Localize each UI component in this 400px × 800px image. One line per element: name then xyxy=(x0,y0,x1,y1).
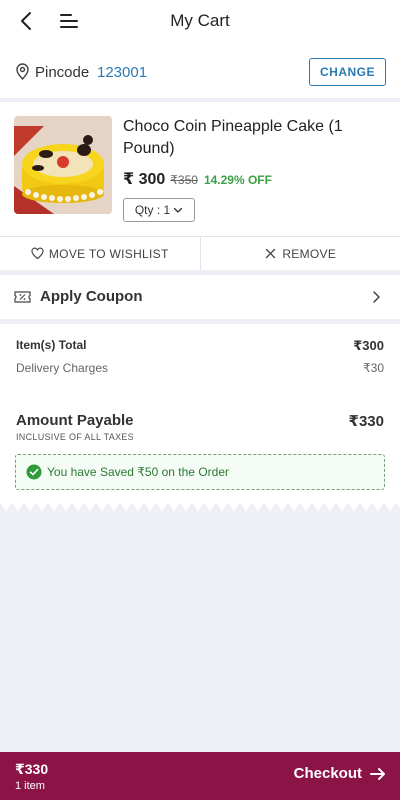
product-name[interactable]: Choco Coin Pineapple Cake (1 Pound) xyxy=(123,116,388,160)
product-price: ₹ 300 xyxy=(123,171,166,188)
delivery-charges-value: ₹30 xyxy=(363,361,384,375)
page-title: My Cart xyxy=(170,11,230,30)
check-circle-icon xyxy=(26,464,42,480)
move-to-wishlist-label: MOVE TO WISHLIST xyxy=(48,246,169,261)
arrow-right-icon xyxy=(370,767,385,780)
apply-coupon-label: Apply Coupon xyxy=(40,288,143,305)
price-row: ₹ 300 ₹350 14.29% OFF xyxy=(123,169,272,189)
cake-image[interactable] xyxy=(14,116,112,214)
pincode-bar: Pincode 123001 CHANGE xyxy=(0,44,400,98)
taxes-note: INCLUSIVE OF ALL TAXES xyxy=(16,432,134,442)
move-to-wishlist-button[interactable]: MOVE TO WISHLIST xyxy=(0,237,200,270)
location-pin-icon xyxy=(15,63,30,81)
items-total-value: ₹300 xyxy=(353,338,384,353)
apply-coupon-row[interactable]: Apply Coupon xyxy=(0,275,400,319)
quantity-dropdown[interactable]: Qty : 1 xyxy=(123,198,195,222)
delivery-charges-label: Delivery Charges xyxy=(16,361,109,375)
receipt-edge xyxy=(0,502,400,512)
coupon-icon xyxy=(14,290,31,304)
chevron-right-icon xyxy=(370,290,382,304)
change-pincode-button[interactable]: CHANGE xyxy=(309,58,386,86)
amount-payable-value: ₹330 xyxy=(348,413,384,430)
savings-text: You have Saved ₹50 on the Order xyxy=(47,465,229,479)
delivery-charges-row: Delivery Charges ₹30 xyxy=(16,361,384,375)
pincode-label: Pincode xyxy=(35,64,90,81)
product-mrp: ₹350 xyxy=(170,173,198,187)
amount-payable-row: Amount Payable ₹330 xyxy=(16,412,384,430)
cart-item-actions: MOVE TO WISHLIST REMOVE xyxy=(0,236,400,270)
amount-payable-label: Amount Payable xyxy=(16,412,134,429)
remove-button[interactable]: REMOVE xyxy=(199,237,400,270)
items-total-row: Item(s) Total ₹300 xyxy=(16,338,384,354)
remove-label: REMOVE xyxy=(282,246,337,261)
price-summary: Item(s) Total ₹300 Delivery Charges ₹30 … xyxy=(0,324,400,504)
close-icon xyxy=(266,248,276,259)
footer-item-count: 1 item xyxy=(15,780,45,792)
checkout-bar: ₹330 1 item Checkout xyxy=(0,752,400,800)
app-header: My Cart xyxy=(0,0,400,44)
quantity-label: Qty : 1 xyxy=(134,203,171,217)
savings-banner: You have Saved ₹50 on the Order xyxy=(15,454,385,490)
checkout-label: Checkout xyxy=(293,765,362,782)
discount-badge: 14.29% OFF xyxy=(203,173,272,187)
heart-icon xyxy=(31,247,44,260)
chevron-down-icon xyxy=(174,207,183,213)
cart-item-card: Choco Coin Pineapple Cake (1 Pound) ₹ 30… xyxy=(0,102,400,270)
footer-total: ₹330 xyxy=(15,761,49,777)
pincode-value: 123001 xyxy=(97,64,148,81)
items-total-label: Item(s) Total xyxy=(16,338,87,352)
checkout-button[interactable]: Checkout xyxy=(294,765,386,782)
